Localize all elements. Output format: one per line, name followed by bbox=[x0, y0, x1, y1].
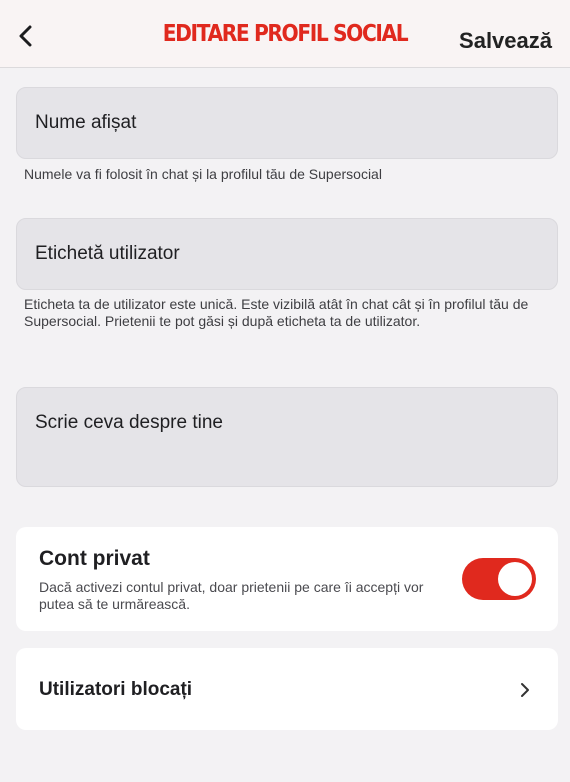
private-account-description: Dacă activezi contul privat, doar priete… bbox=[39, 579, 424, 612]
private-account-card: Cont privat Dacă activezi contul privat,… bbox=[16, 527, 558, 631]
display-name-field[interactable]: Nume afișat bbox=[16, 87, 558, 159]
blocked-users-row[interactable]: Utilizatori blocați bbox=[16, 648, 558, 730]
user-tag-field[interactable]: Etichetă utilizator bbox=[16, 218, 558, 290]
display-name-placeholder: Nume afișat bbox=[35, 112, 137, 133]
bio-field[interactable]: Scrie ceva despre tine bbox=[16, 387, 558, 487]
user-tag-hint: Eticheta ta de utilizator este unică. Es… bbox=[24, 296, 529, 329]
save-button[interactable]: Salvează bbox=[459, 28, 552, 54]
chevron-left-icon bbox=[19, 25, 32, 47]
toggle-knob bbox=[498, 562, 532, 596]
private-account-toggle[interactable] bbox=[462, 558, 536, 600]
user-tag-placeholder: Etichetă utilizator bbox=[35, 243, 180, 264]
blocked-users-label: Utilizatori blocați bbox=[39, 679, 193, 700]
top-bar: EDITARE PROFIL SOCIAL Salvează bbox=[0, 0, 570, 68]
display-name-hint: Numele va fi folosit în chat și la profi… bbox=[24, 166, 382, 182]
bio-placeholder: Scrie ceva despre tine bbox=[35, 412, 223, 433]
chevron-right-icon bbox=[521, 683, 529, 697]
private-account-title: Cont privat bbox=[39, 547, 150, 570]
